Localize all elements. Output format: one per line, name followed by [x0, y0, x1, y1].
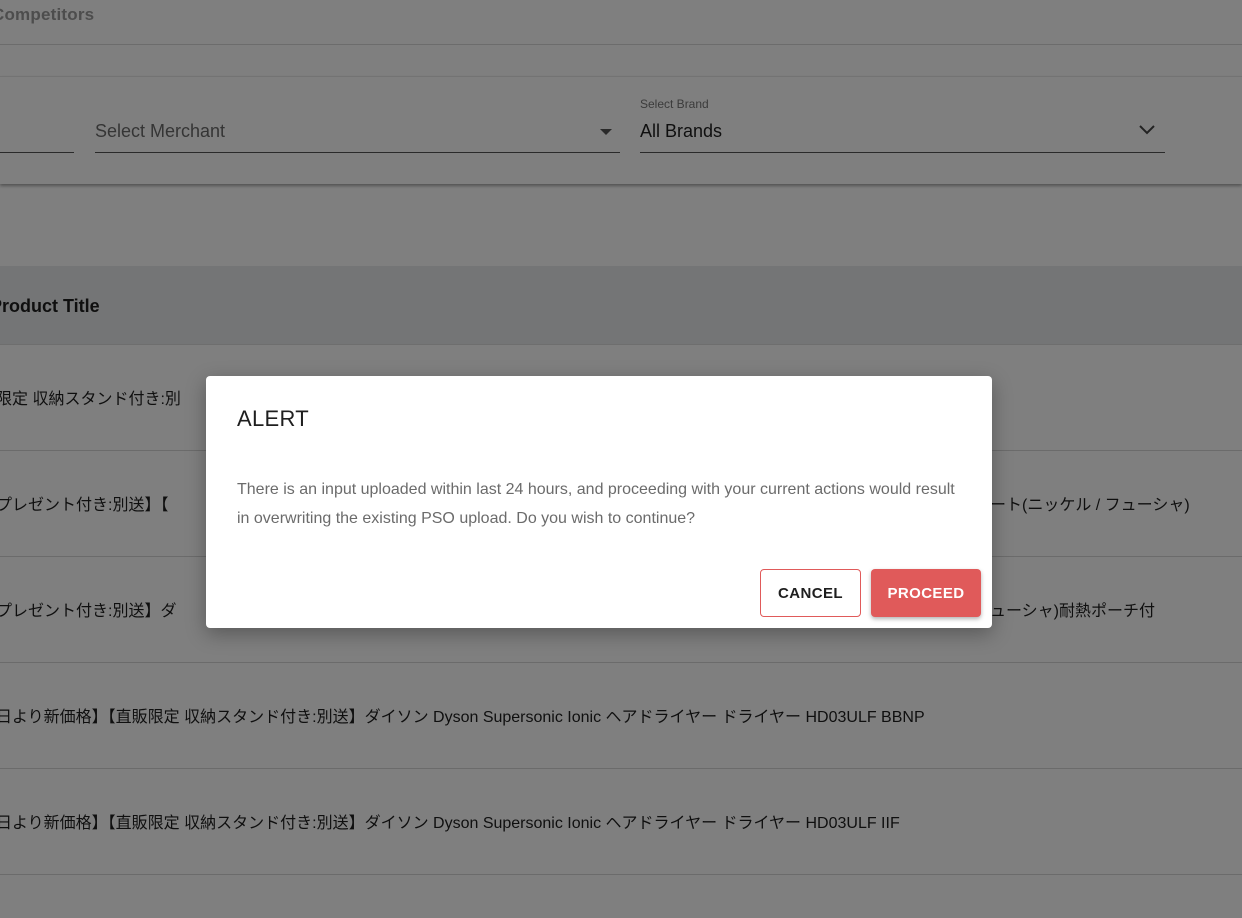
dialog-title: ALERT — [237, 406, 310, 431]
cancel-button[interactable]: CANCEL — [760, 569, 861, 617]
alert-dialog: ALERT There is an input uploaded within … — [206, 376, 992, 628]
proceed-button[interactable]: PROCEED — [871, 569, 981, 617]
dialog-message: There is an input uploaded within last 2… — [237, 481, 955, 527]
